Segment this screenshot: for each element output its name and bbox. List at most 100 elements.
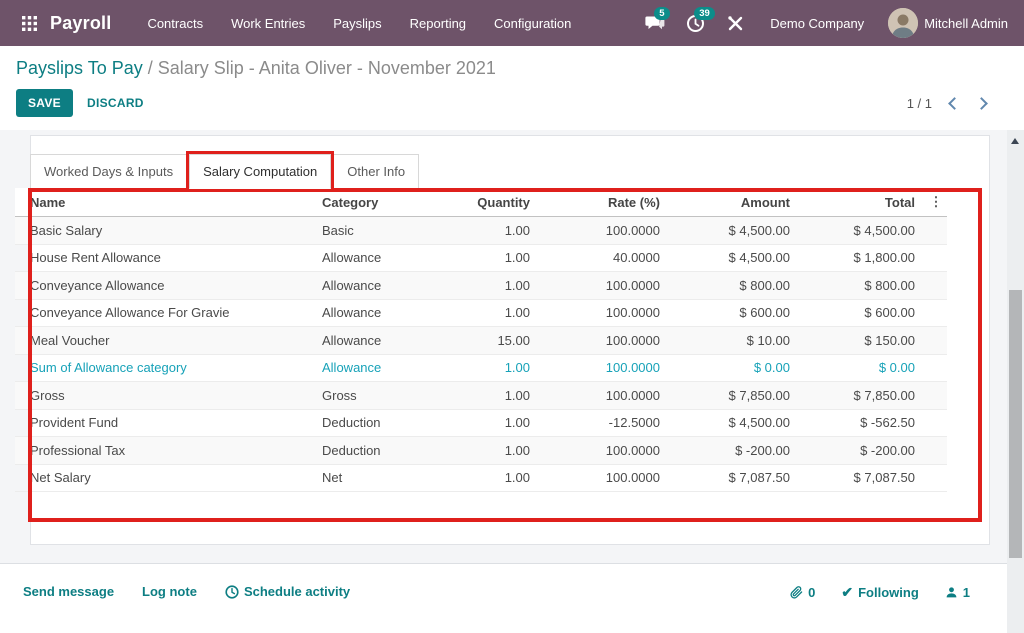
table-row[interactable]: Sum of Allowance categoryAllowance1.0010… <box>15 355 947 383</box>
column-header-category[interactable]: Category <box>320 195 445 210</box>
cell-quantity[interactable]: 1.00 <box>445 470 540 485</box>
app-title[interactable]: Payroll <box>50 13 111 34</box>
cell-amount[interactable]: $ 4,500.00 <box>670 223 800 238</box>
column-header-quantity[interactable]: Quantity <box>445 195 540 210</box>
cell-total[interactable]: $ 4,500.00 <box>800 223 925 238</box>
optional-columns-icon[interactable]: ⋮ <box>925 194 947 210</box>
table-row[interactable]: House Rent AllowanceAllowance1.0040.0000… <box>15 245 947 273</box>
cell-name[interactable]: Basic Salary <box>15 223 320 238</box>
discard-button[interactable]: DISCARD <box>87 96 144 110</box>
cell-amount[interactable]: $ 600.00 <box>670 305 800 320</box>
pager-previous-icon[interactable] <box>948 97 961 110</box>
cell-category[interactable]: Allowance <box>320 250 445 265</box>
cell-category[interactable]: Allowance <box>320 360 445 375</box>
cell-name[interactable]: Provident Fund <box>15 415 320 430</box>
cell-quantity[interactable]: 1.00 <box>445 443 540 458</box>
cell-quantity[interactable]: 15.00 <box>445 333 540 348</box>
cell-rate[interactable]: 100.0000 <box>540 443 670 458</box>
activities-clock-icon[interactable]: 39 <box>678 0 712 46</box>
cell-rate[interactable]: 100.0000 <box>540 470 670 485</box>
apps-grid-icon[interactable] <box>14 8 44 38</box>
following-toggle[interactable]: ✔ Following <box>841 584 918 601</box>
cell-name[interactable]: Net Salary <box>15 470 320 485</box>
cell-category[interactable]: Net <box>320 470 445 485</box>
pager-next-icon[interactable] <box>975 97 988 110</box>
cell-category[interactable]: Deduction <box>320 443 445 458</box>
cell-amount[interactable]: $ 4,500.00 <box>670 415 800 430</box>
cell-category[interactable]: Basic <box>320 223 445 238</box>
table-row[interactable]: Net SalaryNet1.00100.0000$ 7,087.50$ 7,0… <box>15 465 947 493</box>
cell-category[interactable]: Gross <box>320 388 445 403</box>
vertical-scrollbar[interactable] <box>1007 130 1024 633</box>
cell-total[interactable]: $ -562.50 <box>800 415 925 430</box>
menu-work-entries[interactable]: Work Entries <box>217 0 319 46</box>
scrollbar-thumb[interactable] <box>1009 290 1022 558</box>
cell-rate[interactable]: 100.0000 <box>540 360 670 375</box>
cell-rate[interactable]: -12.5000 <box>540 415 670 430</box>
cell-rate[interactable]: 40.0000 <box>540 250 670 265</box>
cell-category[interactable]: Allowance <box>320 305 445 320</box>
log-note-button[interactable]: Log note <box>142 584 197 599</box>
tab-salary-computation[interactable]: Salary Computation <box>189 154 331 189</box>
attachments-button[interactable]: 0 <box>790 585 815 600</box>
cell-name[interactable]: Conveyance Allowance <box>15 278 320 293</box>
column-header-name[interactable]: Name <box>15 195 320 210</box>
menu-contracts[interactable]: Contracts <box>133 0 217 46</box>
cell-total[interactable]: $ 800.00 <box>800 278 925 293</box>
cell-total[interactable]: $ -200.00 <box>800 443 925 458</box>
save-button[interactable]: SAVE <box>16 89 73 117</box>
menu-reporting[interactable]: Reporting <box>396 0 480 46</box>
column-header-rate-[interactable]: Rate (%) <box>540 195 670 210</box>
cell-name[interactable]: Sum of Allowance category <box>15 360 320 375</box>
cell-total[interactable]: $ 7,850.00 <box>800 388 925 403</box>
cell-name[interactable]: Meal Voucher <box>15 333 320 348</box>
cell-amount[interactable]: $ 0.00 <box>670 360 800 375</box>
schedule-activity-button[interactable]: Schedule activity <box>225 584 350 599</box>
cell-quantity[interactable]: 1.00 <box>445 305 540 320</box>
user-menu[interactable]: Mitchell Admin <box>888 8 1010 38</box>
company-switcher[interactable]: Demo Company <box>758 16 882 31</box>
followers-button[interactable]: 1 <box>945 585 970 600</box>
cell-category[interactable]: Deduction <box>320 415 445 430</box>
tools-icon[interactable] <box>718 0 752 46</box>
cell-total[interactable]: $ 150.00 <box>800 333 925 348</box>
cell-name[interactable]: Professional Tax <box>15 443 320 458</box>
table-row[interactable]: Basic SalaryBasic1.00100.0000$ 4,500.00$… <box>15 217 947 245</box>
cell-amount[interactable]: $ 7,087.50 <box>670 470 800 485</box>
cell-total[interactable]: $ 1,800.00 <box>800 250 925 265</box>
cell-total[interactable]: $ 0.00 <box>800 360 925 375</box>
tab-other-info[interactable]: Other Info <box>333 154 419 189</box>
scrollbar-up-arrow-icon[interactable] <box>1011 138 1019 144</box>
table-row[interactable]: Conveyance Allowance For GravieAllowance… <box>15 300 947 328</box>
table-row[interactable]: Professional TaxDeduction1.00100.0000$ -… <box>15 437 947 465</box>
menu-configuration[interactable]: Configuration <box>480 0 585 46</box>
cell-name[interactable]: Gross <box>15 388 320 403</box>
cell-rate[interactable]: 100.0000 <box>540 223 670 238</box>
cell-quantity[interactable]: 1.00 <box>445 250 540 265</box>
menu-payslips[interactable]: Payslips <box>319 0 395 46</box>
cell-rate[interactable]: 100.0000 <box>540 278 670 293</box>
send-message-button[interactable]: Send message <box>23 584 114 599</box>
cell-amount[interactable]: $ 10.00 <box>670 333 800 348</box>
cell-quantity[interactable]: 1.00 <box>445 223 540 238</box>
cell-amount[interactable]: $ -200.00 <box>670 443 800 458</box>
cell-category[interactable]: Allowance <box>320 333 445 348</box>
cell-quantity[interactable]: 1.00 <box>445 278 540 293</box>
column-header-total[interactable]: Total <box>800 195 925 210</box>
cell-amount[interactable]: $ 7,850.00 <box>670 388 800 403</box>
cell-category[interactable]: Allowance <box>320 278 445 293</box>
table-row[interactable]: Conveyance AllowanceAllowance1.00100.000… <box>15 272 947 300</box>
cell-name[interactable]: House Rent Allowance <box>15 250 320 265</box>
table-row[interactable]: GrossGross1.00100.0000$ 7,850.00$ 7,850.… <box>15 382 947 410</box>
cell-total[interactable]: $ 600.00 <box>800 305 925 320</box>
cell-amount[interactable]: $ 800.00 <box>670 278 800 293</box>
cell-quantity[interactable]: 1.00 <box>445 415 540 430</box>
tab-worked-days-inputs[interactable]: Worked Days & Inputs <box>30 154 187 189</box>
table-row[interactable]: Provident FundDeduction1.00-12.5000$ 4,5… <box>15 410 947 438</box>
breadcrumb-parent-link[interactable]: Payslips To Pay <box>16 58 143 78</box>
cell-total[interactable]: $ 7,087.50 <box>800 470 925 485</box>
table-row[interactable]: Meal VoucherAllowance15.00100.0000$ 10.0… <box>15 327 947 355</box>
cell-quantity[interactable]: 1.00 <box>445 360 540 375</box>
column-header-amount[interactable]: Amount <box>670 195 800 210</box>
cell-rate[interactable]: 100.0000 <box>540 333 670 348</box>
